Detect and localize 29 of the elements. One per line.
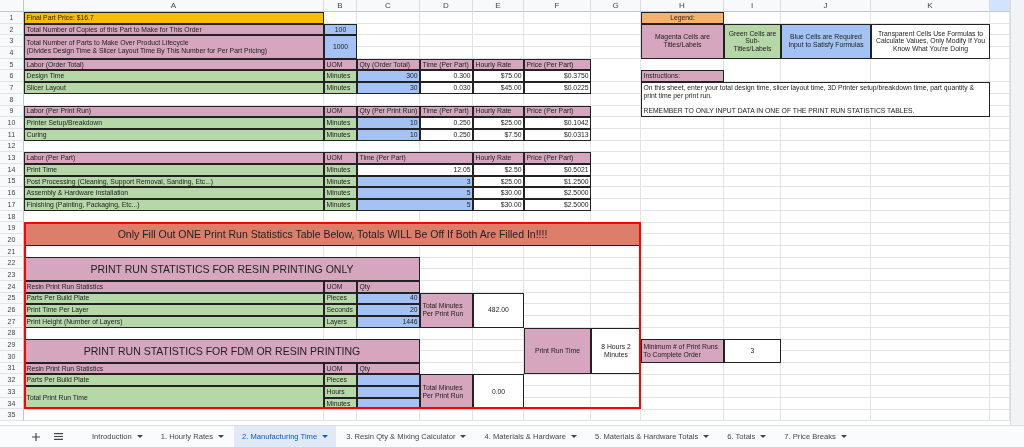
warning-banner: Only Fill Out ONE Print Run Statistics Table Below, Totals WILL Be Off If Both Are Filled In!!!! bbox=[24, 222, 641, 246]
column-header[interactable]: B bbox=[324, 0, 357, 12]
caret-icon bbox=[460, 435, 467, 438]
select-all-corner[interactable] bbox=[0, 0, 24, 12]
input-cell bbox=[357, 374, 420, 386]
plus-icon bbox=[32, 432, 40, 441]
caret-icon bbox=[760, 435, 767, 438]
column-header[interactable]: I bbox=[724, 0, 781, 12]
column-header[interactable]: K bbox=[871, 0, 990, 12]
caret-icon bbox=[840, 435, 847, 438]
column-header[interactable]: A bbox=[24, 0, 324, 12]
column-header[interactable]: F bbox=[524, 0, 591, 12]
menu-icon bbox=[53, 433, 63, 440]
caret-icon bbox=[218, 435, 225, 438]
section-heading: PRINT RUN STATISTICS FOR FDM OR RESIN PRINTING bbox=[24, 339, 420, 363]
column-header[interactable]: C bbox=[357, 0, 420, 12]
caret-icon bbox=[703, 435, 710, 438]
column-header[interactable]: J bbox=[781, 0, 871, 12]
caret-icon bbox=[570, 435, 577, 438]
input-cell bbox=[357, 386, 420, 398]
caret-icon bbox=[136, 435, 143, 438]
column-header[interactable]: G bbox=[591, 0, 641, 12]
column-header[interactable] bbox=[990, 0, 1010, 12]
column-header[interactable]: D bbox=[420, 0, 473, 12]
column-header[interactable]: H bbox=[641, 0, 724, 12]
column-header[interactable]: E bbox=[473, 0, 524, 12]
caret-icon bbox=[322, 435, 329, 438]
vertical-scrollbar[interactable] bbox=[1010, 0, 1024, 425]
section-heading: PRINT RUN STATISTICS FOR RESIN PRINTING ONLY bbox=[24, 257, 420, 281]
